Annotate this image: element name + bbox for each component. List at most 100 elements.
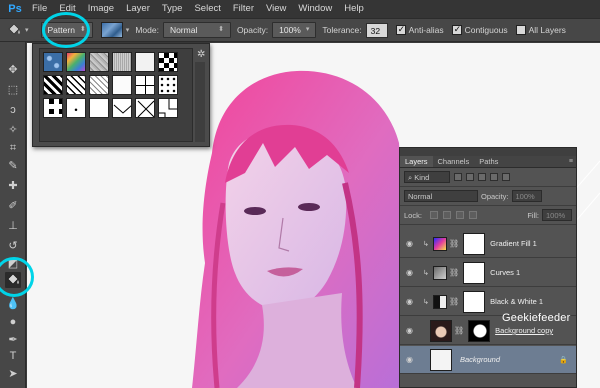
history-brush-tool-icon[interactable]: ↺ (5, 238, 21, 254)
tolerance-input[interactable]: 32 (365, 22, 388, 38)
mode-value: Normal (169, 25, 198, 35)
pattern-swatch-dots-grid[interactable] (158, 75, 178, 95)
pattern-swatch-gray-noise[interactable] (112, 52, 132, 72)
brush-tool-icon[interactable]: ✐ (5, 198, 21, 214)
menu-image[interactable]: Image (82, 0, 120, 18)
layer-mask-thumbnail[interactable] (463, 261, 486, 284)
pattern-swatch-white-plain[interactable] (89, 98, 109, 118)
eye-icon[interactable]: ◉ (406, 326, 418, 335)
tool-preset-dropdown-icon[interactable]: ▾ (25, 26, 29, 34)
lock-position-icon[interactable] (455, 211, 464, 219)
lasso-tool-icon[interactable]: ↄ (5, 102, 21, 118)
pattern-scrollbar[interactable] (195, 62, 205, 142)
menu-filter[interactable]: Filter (227, 0, 260, 18)
menu-edit[interactable]: Edit (53, 0, 81, 18)
all-layers-option[interactable]: All Layers (515, 25, 566, 35)
blur-tool-icon[interactable]: 💧 (5, 296, 21, 312)
layer-image-thumbnail[interactable] (430, 319, 452, 342)
panel-title-bar[interactable] (400, 148, 576, 156)
pattern-swatch-black-blocks[interactable] (43, 98, 63, 118)
pattern-swatch-white-paper[interactable] (112, 75, 132, 95)
tab-layers[interactable]: Layers (400, 156, 433, 167)
link-icon: ⛓ (449, 268, 460, 277)
layer-row-selected[interactable]: ◉ Background 🔒 (400, 346, 576, 374)
pattern-swatch-diagonal-lines-light[interactable] (89, 75, 109, 95)
pattern-swatch-white-grid[interactable] (135, 75, 155, 95)
layer-mask-thumbnail[interactable] (468, 319, 491, 342)
type-tool-icon[interactable]: T (5, 348, 21, 364)
right-eye-shape (298, 203, 320, 211)
pattern-thumbnail[interactable] (100, 22, 123, 38)
eye-icon[interactable]: ◉ (406, 297, 418, 306)
menu-view[interactable]: View (260, 0, 292, 18)
opacity-select[interactable]: 100% ▾ (272, 22, 317, 38)
all-layers-checkbox[interactable] (515, 25, 526, 35)
pattern-swatch-tie-dye[interactable] (66, 52, 86, 72)
menu-select[interactable]: Select (188, 0, 226, 18)
menu-window[interactable]: Window (292, 0, 338, 18)
pattern-swatch-checker-bw[interactable] (158, 52, 178, 72)
pattern-swatch-x-cross[interactable] (135, 98, 155, 118)
curves-adjustment-icon (433, 265, 447, 280)
pattern-swatch-white-square[interactable] (135, 52, 155, 72)
panel-menu-icon[interactable]: ≡ (569, 156, 573, 167)
filter-shape-icon[interactable] (490, 173, 498, 181)
gear-icon[interactable]: ✲ (197, 49, 205, 60)
layer-image-thumbnail[interactable] (430, 348, 452, 371)
filter-adjustment-icon[interactable] (466, 173, 474, 181)
paint-bucket-tool-icon[interactable] (5, 272, 21, 288)
crop-tool-icon[interactable]: ⌗ (5, 140, 21, 156)
pattern-swatch-zigzag[interactable] (112, 98, 132, 118)
menu-file[interactable]: File (26, 0, 53, 18)
eye-icon[interactable]: ◉ (406, 239, 418, 248)
contiguous-option[interactable]: Contiguous (451, 24, 508, 35)
lock-transparent-icon[interactable] (429, 211, 438, 219)
contiguous-checkbox[interactable] (451, 24, 462, 35)
lock-pixels-icon[interactable] (442, 211, 451, 219)
eraser-tool-icon[interactable]: ◩ (5, 256, 21, 272)
marquee-tool-icon[interactable]: ⬚ (5, 82, 21, 98)
menu-help[interactable]: Help (338, 0, 370, 18)
anti-alias-checkbox[interactable] (395, 24, 406, 35)
paint-bucket-icon[interactable] (6, 22, 22, 38)
filter-type-icon[interactable] (478, 173, 486, 181)
move-tool-icon[interactable]: ✥ (5, 62, 21, 78)
eye-icon[interactable]: ◉ (406, 268, 418, 277)
pattern-swatch-white-dot[interactable] (66, 98, 86, 118)
pattern-swatch-corner-lines[interactable] (158, 98, 178, 118)
layer-name: Black & White 1 (490, 297, 544, 306)
filter-smart-object-icon[interactable] (502, 173, 510, 181)
blend-mode-select[interactable]: Normal (404, 190, 478, 202)
fill-select[interactable]: 100% (542, 209, 572, 221)
pattern-swatch-diagonal-lines-dark[interactable] (43, 75, 63, 95)
magic-wand-tool-icon[interactable]: ✧ (5, 122, 21, 138)
healing-brush-tool-icon[interactable]: ✚ (5, 178, 21, 194)
menu-type[interactable]: Type (156, 0, 189, 18)
pattern-picker-dropdown-icon[interactable]: ▾ (126, 26, 130, 34)
pattern-swatch-diagonal-lines-2[interactable] (66, 75, 86, 95)
filter-kind-select[interactable]: ⌕ Kind (404, 171, 450, 183)
eyedropper-tool-icon[interactable]: ✎ (5, 158, 21, 174)
layer-row[interactable]: ◉ ↳ ⛓ Gradient Fill 1 (400, 230, 576, 258)
dodge-tool-icon[interactable]: ● (5, 314, 21, 330)
menu-layer[interactable]: Layer (120, 0, 156, 18)
pattern-swatch-gray-granite[interactable] (89, 52, 109, 72)
anti-alias-option[interactable]: Anti-alias (395, 24, 444, 35)
filter-pixel-icon[interactable] (454, 173, 462, 181)
layer-mask-thumbnail[interactable] (463, 232, 486, 255)
pen-tool-icon[interactable]: ✒ (5, 332, 21, 348)
layer-mask-thumbnail[interactable] (463, 290, 486, 313)
fill-source-select[interactable]: Pattern ⬍ (40, 22, 93, 38)
clip-arrow-icon: ↳ (423, 298, 429, 306)
layer-row[interactable]: ◉ ↳ ⛓ Curves 1 (400, 259, 576, 287)
mode-select[interactable]: Normal ⬍ (162, 22, 231, 38)
pattern-swatch-bubbles[interactable] (43, 52, 63, 72)
clone-stamp-tool-icon[interactable]: ⊥ (5, 218, 21, 234)
lock-all-icon[interactable] (468, 211, 477, 219)
path-selection-tool-icon[interactable]: ➤ (5, 366, 21, 382)
paint-bucket-glyph-icon (7, 273, 19, 285)
tab-paths[interactable]: Paths (474, 156, 503, 167)
layer-opacity-select[interactable]: 100% (511, 190, 542, 202)
tab-channels[interactable]: Channels (433, 156, 475, 167)
eye-icon[interactable]: ◉ (406, 355, 418, 364)
